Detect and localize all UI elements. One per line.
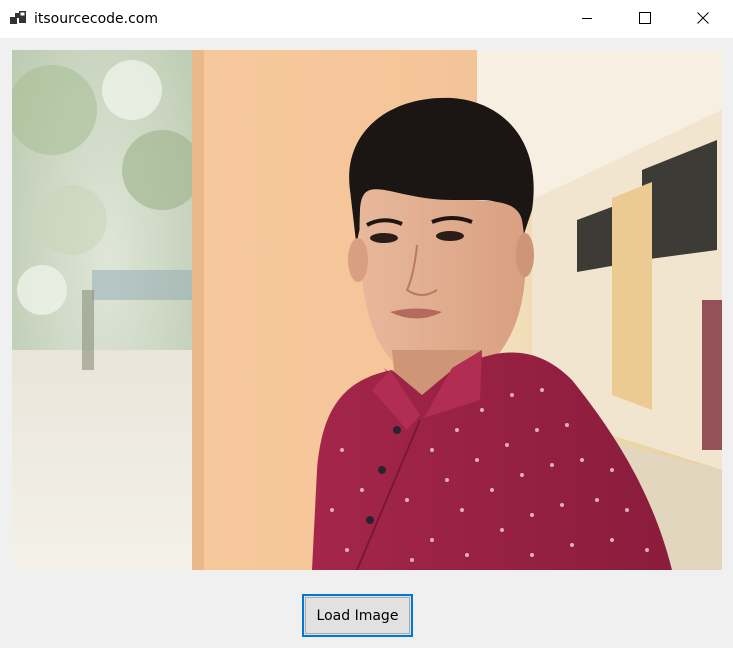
maximize-icon: [639, 12, 651, 24]
minimize-icon: [582, 18, 592, 19]
load-image-label: Load Image: [316, 607, 399, 624]
close-icon: [697, 12, 709, 24]
picture-box: [12, 50, 722, 570]
app-icon: [10, 11, 26, 24]
window-title: itsourcecode.com: [34, 11, 158, 27]
app-window: itsourcecode.com Load Image: [0, 0, 733, 648]
load-image-button[interactable]: Load Image: [302, 594, 413, 637]
close-button[interactable]: [680, 0, 726, 36]
portrait-photo: [12, 50, 722, 570]
title-bar[interactable]: itsourcecode.com: [0, 0, 733, 38]
minimize-button[interactable]: [564, 0, 610, 36]
maximize-button[interactable]: [622, 0, 668, 36]
